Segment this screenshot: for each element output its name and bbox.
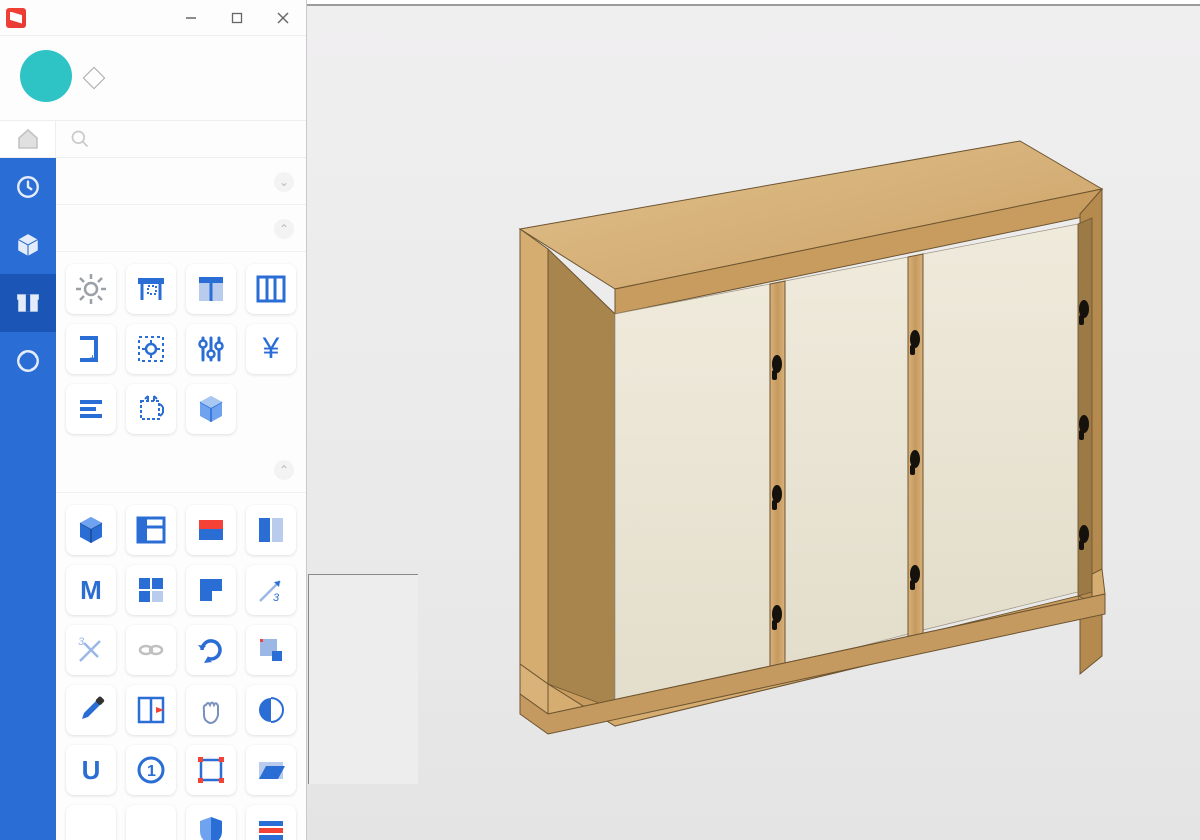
tool-gear-box[interactable] [126,324,176,374]
tool-three[interactable] [246,264,296,314]
tool-link[interactable] [126,625,176,675]
minimize-button[interactable] [168,0,214,36]
clock-icon [15,174,41,200]
tool-plus-box[interactable] [126,685,176,735]
svg-text:+: + [89,351,96,365]
quick-tools-grid: M 3 3 U 1 [56,493,306,840]
tool-bars[interactable] [246,805,296,840]
tool-hand[interactable] [186,685,236,735]
start-design-grid: + ¥ [56,252,306,446]
vtab-recent[interactable] [0,158,56,216]
tool-columns[interactable] [186,264,236,314]
chevron-up-icon[interactable]: ⌃ [274,219,294,239]
section-uncategorized[interactable]: ⌄ [56,158,306,205]
side-panel: ⌄ ⌃ + ¥ ⌃ [0,0,307,840]
cube-icon [15,232,41,258]
tool-split[interactable] [246,505,296,555]
cabinet-model[interactable] [430,114,1110,754]
ground-plane-edge [308,574,418,784]
app-icon [6,8,26,28]
tool-measure-arrow[interactable]: 3 [246,565,296,615]
tool-settings-gear[interactable] [66,264,116,314]
tool-shield[interactable] [186,805,236,840]
tool-corner-shape[interactable] [186,565,236,615]
tool-resize[interactable] [126,384,176,434]
tool-eyedropper[interactable] [66,685,116,735]
titlebar [0,0,306,36]
tool-cube-solid[interactable] [66,505,116,555]
search-icon [70,129,90,149]
svg-text:1: 1 [147,763,156,780]
tool-grid2x2[interactable] [126,565,176,615]
close-button[interactable] [260,0,306,36]
tool-rotate[interactable] [186,625,236,675]
chevron-up-icon[interactable]: ⌃ [274,460,294,480]
avatar [20,50,72,102]
vtab-package[interactable] [0,274,56,332]
section-start-design[interactable]: ⌃ [56,205,306,252]
vertical-tabs [0,158,56,840]
tool-corner-dot[interactable] [246,625,296,675]
maximize-button[interactable] [214,0,260,36]
svg-text:3: 3 [78,636,85,648]
tool-sliders[interactable] [186,324,236,374]
tool-flag[interactable] [186,505,236,555]
tool-letter-u[interactable]: U [66,745,116,795]
section-quick-tools[interactable]: ⌃ [56,446,306,493]
tool-char-huo[interactable] [126,805,176,840]
svg-text:3: 3 [273,592,280,604]
tool-table[interactable] [126,264,176,314]
tool-circle-1[interactable]: 1 [126,745,176,795]
tool-yen[interactable]: ¥ [246,324,296,374]
search-input[interactable] [56,121,306,157]
user-row[interactable] [0,36,306,120]
tier-icon [83,67,106,90]
tool-halfmoon[interactable] [246,685,296,735]
tool-letter-m[interactable]: M [66,565,116,615]
home-button[interactable] [0,121,56,157]
tool-content: ⌄ ⌃ + ¥ ⌃ [56,158,306,840]
tool-folder[interactable] [246,745,296,795]
chevron-down-icon[interactable]: ⌄ [274,172,294,192]
user-tier [86,70,108,86]
tool-list[interactable] [66,384,116,434]
tool-cube3d[interactable] [186,384,236,434]
tool-char-wai[interactable] [66,805,116,840]
aperture-icon [15,348,41,374]
vtab-sync[interactable] [0,332,56,390]
tool-corners[interactable] [186,745,236,795]
tool-layout-left[interactable] [126,505,176,555]
package-icon [15,290,41,316]
search-row [0,120,306,158]
vtab-box[interactable] [0,216,56,274]
tool-measure-cross[interactable]: 3 [66,625,116,675]
tool-corner-add[interactable]: + [66,324,116,374]
